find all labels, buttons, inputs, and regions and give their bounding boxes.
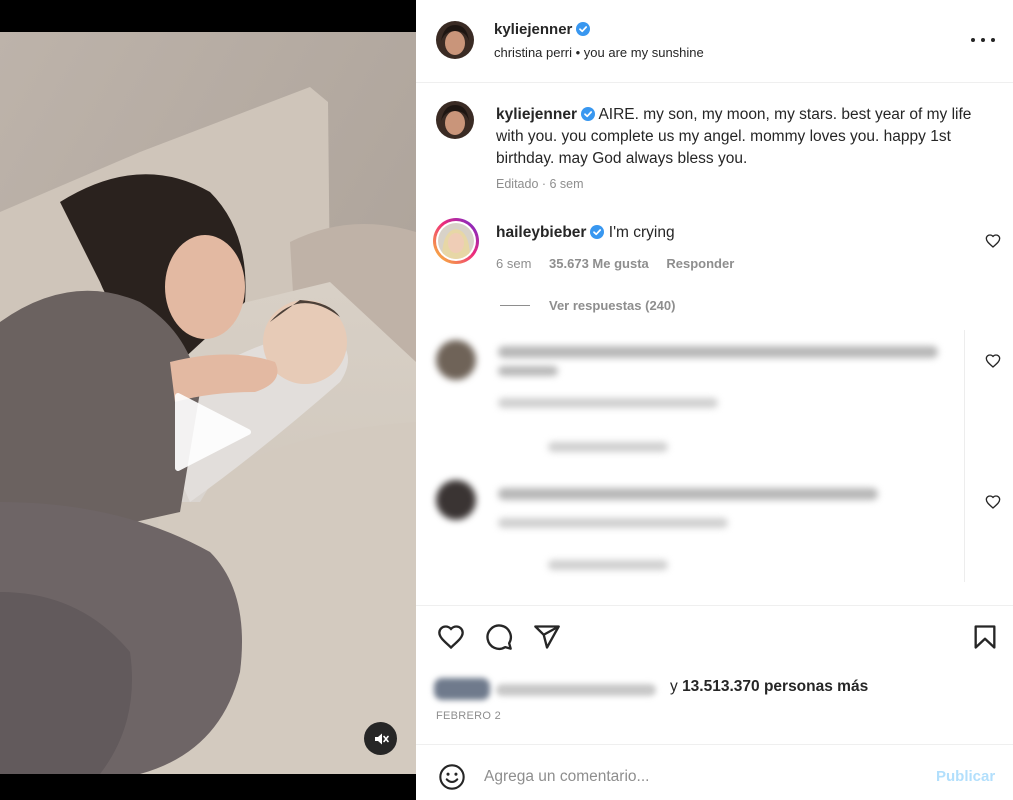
view-replies-button[interactable]: Ver respuestas (240) (500, 298, 675, 313)
likes-prefix: y (670, 678, 678, 695)
comment-username[interactable]: haileybieber (496, 224, 586, 241)
caption-username[interactable]: kyliejenner (496, 106, 577, 123)
caption: kyliejenner AIRE. my son, my moon, my st… (496, 104, 986, 170)
caption-avatar[interactable] (436, 101, 474, 139)
comment-like-heart-icon[interactable] (985, 494, 1001, 510)
reply-button[interactable]: Responder (666, 256, 734, 271)
comment-like-heart-icon[interactable] (985, 233, 1001, 249)
play-icon[interactable] (172, 392, 252, 472)
video-frame[interactable] (0, 32, 416, 774)
likes-count[interactable]: 13.513.370 personas más (682, 678, 868, 695)
verified-badge-icon (581, 107, 595, 121)
blurred-likers (434, 676, 666, 702)
post-date[interactable]: FEBRERO 2 (436, 710, 501, 722)
post-header: kyliejenner christina perri • you are my… (416, 0, 1013, 83)
username[interactable]: kyliejenner (494, 21, 572, 38)
likes-summary[interactable]: y 13.513.370 personas más (434, 674, 994, 704)
more-horizontal-icon[interactable] (971, 30, 995, 50)
comment-text: I'm crying (608, 224, 675, 241)
verified-badge-icon (576, 22, 591, 36)
comment-like-heart-icon[interactable] (985, 353, 1001, 369)
avatar[interactable] (436, 21, 474, 59)
top-comment: haileybieber I'm crying (496, 224, 675, 242)
smiley-icon[interactable] (438, 763, 466, 791)
comment-bubble-icon[interactable] (485, 623, 513, 651)
post-media[interactable] (0, 0, 416, 800)
scrollbar-track[interactable] (964, 330, 965, 582)
caption-meta: Editado · 6 sem (496, 177, 584, 191)
comment-likes[interactable]: 35.673 Me gusta (549, 256, 649, 271)
comments-section[interactable]: kyliejenner AIRE. my son, my moon, my st… (416, 84, 1013, 605)
verified-badge-icon (590, 225, 605, 239)
post-author[interactable]: kyliejenner (494, 21, 591, 38)
post-panel: kyliejenner christina perri • you are my… (416, 0, 1013, 800)
blurred-comments (428, 332, 964, 590)
view-replies-label[interactable]: Ver respuestas (240) (549, 298, 675, 313)
heart-icon[interactable] (437, 623, 465, 651)
paper-plane-icon[interactable] (533, 623, 561, 651)
action-bar: y 13.513.370 personas más FEBRERO 2 (416, 605, 1013, 745)
comment-time: 6 sem (496, 256, 532, 271)
comment-composer: Publicar (416, 744, 1013, 800)
replies-divider (500, 305, 530, 306)
bookmark-icon[interactable] (971, 623, 999, 651)
comment-meta: 6 sem 35.673 Me gusta Responder (496, 256, 748, 271)
story-ring-avatar[interactable] (433, 218, 479, 264)
publish-button[interactable]: Publicar (936, 768, 995, 785)
muted-speaker-icon[interactable] (364, 722, 397, 755)
audio-attribution[interactable]: christina perri • you are my sunshine (494, 45, 704, 60)
comment-input[interactable] (484, 763, 924, 791)
